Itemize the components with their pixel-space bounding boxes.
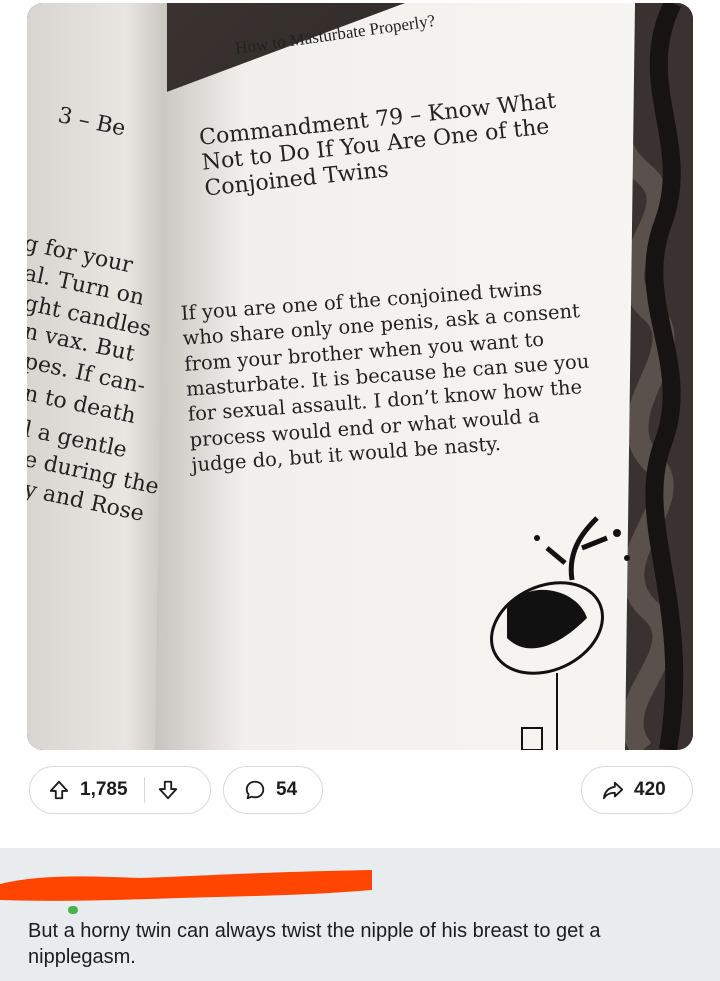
arrow-up-icon [49, 780, 69, 800]
vote-divider [143, 777, 145, 803]
share-count: 420 [634, 779, 666, 800]
share-arrow-icon [600, 777, 626, 803]
online-status-dot [68, 906, 78, 914]
post-action-bar: 1,785 54 420 [0, 762, 720, 822]
vote-score: 1,785 [80, 779, 128, 800]
cartoon-illustration [490, 516, 630, 750]
arrow-down-icon [158, 780, 177, 800]
comment-body: But a horny twin can always twist the ni… [28, 920, 601, 968]
left-page-text: 3 – Be [55, 103, 128, 142]
speech-bubble-icon [242, 777, 268, 803]
book-body-text: If you are one of the conjoined twins wh… [180, 276, 590, 477]
comment-preview[interactable]: But a horny twin can always twist the ni… [0, 848, 720, 981]
downvote-button[interactable] [155, 777, 181, 803]
vote-control: 1,785 [29, 766, 211, 814]
post-image[interactable]: 3 – Be g for your al. Turn on ght candle… [27, 3, 693, 750]
comments-button[interactable]: 54 [223, 766, 323, 814]
redaction-scribble [0, 870, 372, 901]
upvote-button[interactable] [46, 777, 72, 803]
left-book-page: 3 – Be g for your al. Turn on ght candle… [27, 3, 167, 750]
share-button[interactable]: 420 [581, 766, 693, 814]
comment-count: 54 [276, 779, 298, 800]
